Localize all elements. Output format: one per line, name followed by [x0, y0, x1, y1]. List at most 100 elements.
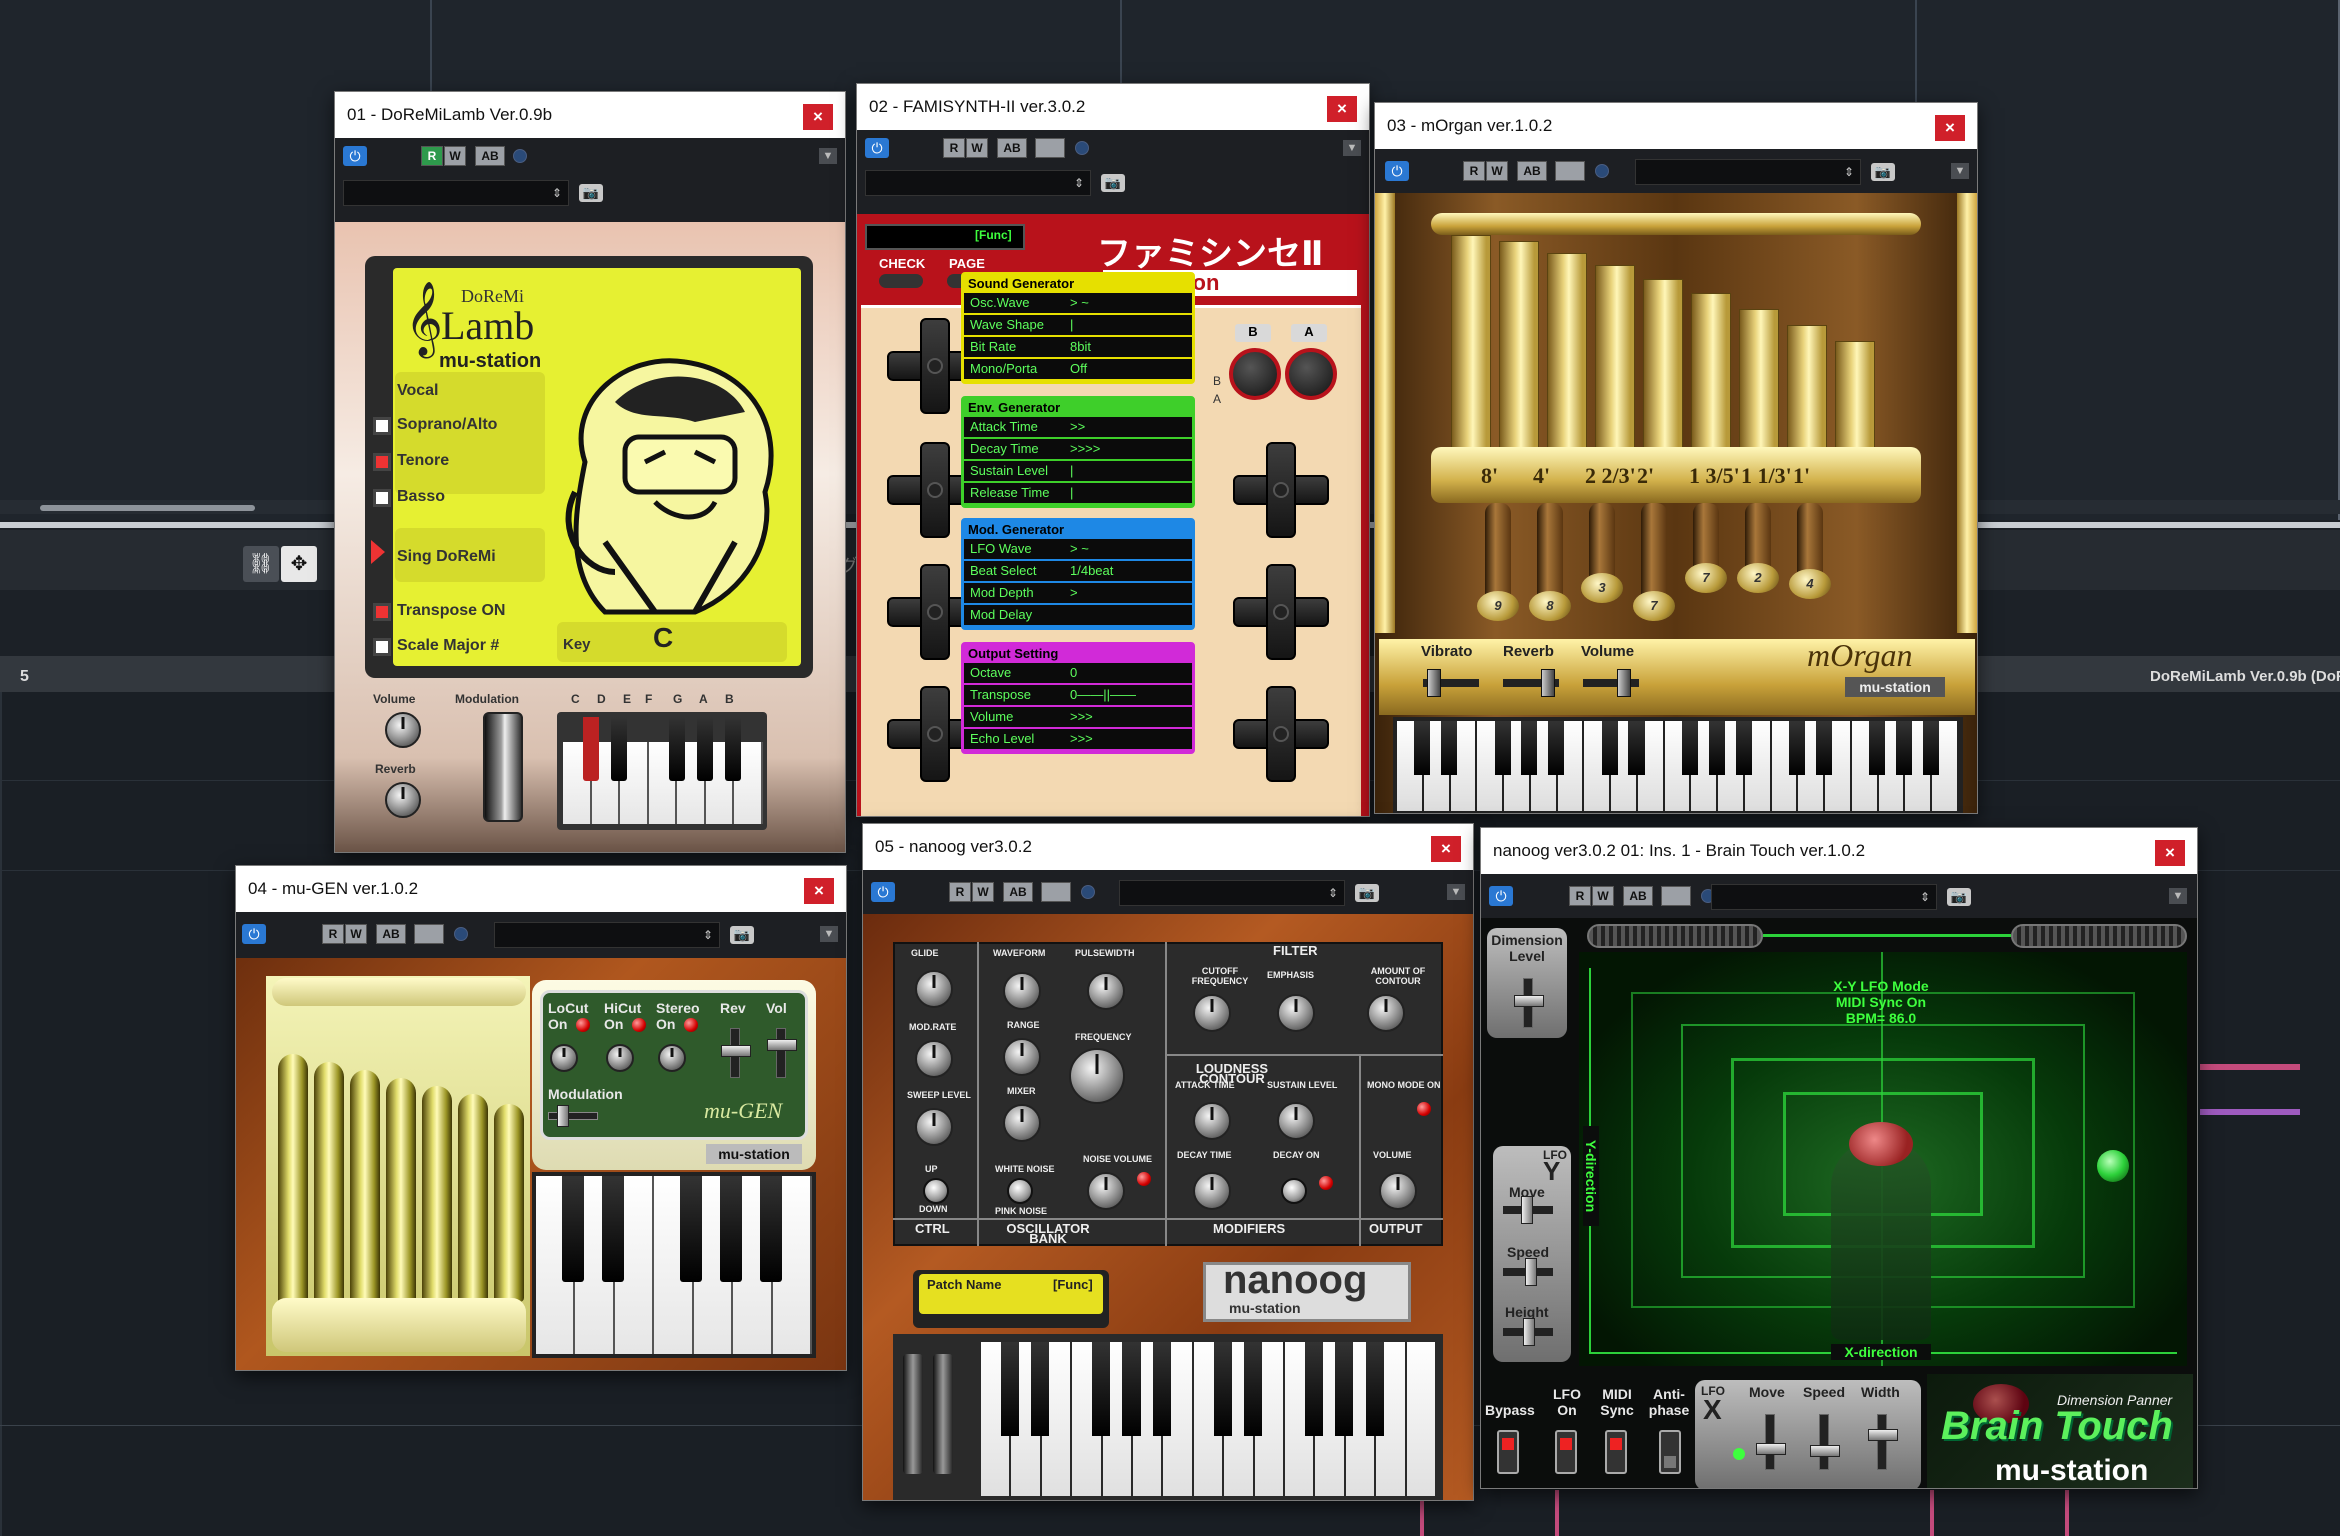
ab-button[interactable]: AB	[376, 924, 406, 944]
volume-knob[interactable]	[385, 712, 421, 748]
speed-slider-y[interactable]	[1503, 1258, 1553, 1286]
lever-knob[interactable]: 7	[1633, 591, 1675, 621]
close-button[interactable]: ×	[803, 104, 833, 130]
pulsewidth-knob[interactable]	[1087, 972, 1125, 1010]
menu-dropdown[interactable]: ▼	[1447, 884, 1465, 900]
speed-slider-x[interactable]	[1810, 1414, 1840, 1470]
parameter-row[interactable]: Transpose 0——||——	[964, 685, 1192, 707]
play-triangle-icon[interactable]	[371, 540, 385, 564]
close-button[interactable]: ×	[1327, 96, 1357, 122]
transpose-label[interactable]: Transpose ON	[397, 602, 505, 620]
black-key[interactable]	[1000, 1342, 1019, 1436]
voice-checkbox[interactable]	[373, 453, 391, 471]
black-key[interactable]	[725, 717, 741, 781]
parameter-row[interactable]: Echo Level >>>	[964, 729, 1192, 751]
window-title[interactable]: 02 - FAMISYNTH-II ver.3.0.2	[857, 84, 1369, 130]
drawbar-lever[interactable]: 7	[1685, 503, 1727, 593]
drawbar-lever[interactable]: 9	[1477, 503, 1519, 621]
drawbar-lever[interactable]: 7	[1633, 503, 1675, 621]
scale-label[interactable]: Scale Major #	[397, 637, 499, 655]
black-key[interactable]	[562, 1176, 584, 1282]
morgan-keyboard[interactable]	[1397, 721, 1959, 811]
black-key[interactable]	[1628, 721, 1645, 775]
lever-knob[interactable]: 4	[1789, 569, 1831, 599]
preset-selector[interactable]: ⇕	[865, 170, 1091, 196]
black-key[interactable]	[1091, 1342, 1111, 1436]
a-button[interactable]	[1285, 348, 1337, 400]
mod-wheel[interactable]	[933, 1354, 953, 1474]
sing-label[interactable]: Sing DoReMi	[397, 548, 496, 566]
noise-switch[interactable]	[1007, 1178, 1033, 1204]
cutoff-knob[interactable]	[1193, 994, 1231, 1032]
read-button[interactable]: R	[949, 882, 971, 902]
rev-slider[interactable]	[721, 1028, 751, 1078]
black-key[interactable]	[1152, 1342, 1171, 1436]
voice-checkbox[interactable]	[373, 489, 391, 507]
read-button[interactable]: R	[421, 146, 443, 166]
midi-note[interactable]	[2200, 1109, 2300, 1115]
snap-icon[interactable]: ✥	[281, 546, 317, 582]
black-key[interactable]	[697, 717, 713, 781]
write-button[interactable]: W	[972, 882, 994, 902]
camera-icon[interactable]: 📷	[1101, 174, 1125, 192]
black-key[interactable]	[1304, 1342, 1323, 1436]
ab-button[interactable]: AB	[997, 138, 1027, 158]
noise-volume-knob[interactable]	[1087, 1172, 1125, 1210]
plugin-window-famisynth[interactable]: 02 - FAMISYNTH-II ver.3.0.2 × ⏻ R W AB ▼…	[856, 83, 1370, 817]
black-key[interactable]	[720, 1176, 742, 1282]
black-key[interactable]	[1213, 1342, 1232, 1436]
black-key[interactable]	[1441, 721, 1458, 775]
lever-knob[interactable]: 7	[1685, 563, 1727, 593]
parameter-row[interactable]: Attack Time >>	[964, 417, 1192, 439]
decay-knob[interactable]	[1193, 1172, 1231, 1210]
menu-dropdown[interactable]: ▼	[1343, 140, 1361, 156]
parameter-row[interactable]: Osc.Wave > ~	[964, 293, 1192, 315]
menu-dropdown[interactable]: ▼	[820, 926, 838, 942]
read-button[interactable]: R	[943, 138, 965, 158]
preset-selector[interactable]: ⇕	[1119, 880, 1345, 906]
midi-note[interactable]	[1930, 1490, 1934, 1536]
xy-position-marker[interactable]	[2097, 1150, 2129, 1182]
lever-knob[interactable]: 9	[1477, 591, 1519, 621]
lever-knob[interactable]: 2	[1737, 563, 1779, 593]
black-key[interactable]	[1896, 721, 1913, 775]
lfo-on-switch[interactable]	[1555, 1430, 1577, 1474]
frequency-knob[interactable]	[1069, 1048, 1125, 1104]
parameter-row[interactable]: Bit Rate 8bit	[964, 337, 1192, 359]
voice-option[interactable]: Basso	[397, 488, 445, 506]
dpad-right-3[interactable]	[1233, 564, 1329, 660]
link-icon[interactable]: ⛓	[243, 546, 279, 582]
black-key[interactable]	[1601, 721, 1618, 775]
dpad-right-2[interactable]	[1233, 442, 1329, 538]
parameter-row[interactable]: LFO Wave > ~	[964, 539, 1192, 561]
close-button[interactable]: ×	[1935, 115, 1965, 141]
parameter-row[interactable]: Decay Time >>>>	[964, 439, 1192, 461]
camera-icon[interactable]: 📷	[1947, 888, 1971, 906]
read-button[interactable]: R	[322, 924, 344, 944]
midi-note[interactable]	[2065, 1490, 2069, 1536]
parameter-row[interactable]: Mono/Porta Off	[964, 359, 1192, 381]
parameter-row[interactable]: Octave 0	[964, 663, 1192, 685]
black-key[interactable]	[1815, 721, 1832, 775]
camera-icon[interactable]: 📷	[730, 926, 754, 944]
drawbar-lever[interactable]: 4	[1789, 503, 1831, 599]
vibrato-slider[interactable]	[1423, 669, 1479, 697]
power-button[interactable]: ⏻	[1489, 886, 1513, 906]
plugin-window-morgan[interactable]: 03 - mOrgan ver.1.0.2 × ⏻ R W AB ⇕ 📷 ▼ 8…	[1374, 102, 1978, 814]
vol-slider[interactable]	[767, 1028, 797, 1078]
midi-note[interactable]	[1555, 1490, 1559, 1536]
parameter-row[interactable]: Beat Select 1/4beat	[964, 561, 1192, 583]
height-slider[interactable]	[1503, 1318, 1553, 1346]
write-button[interactable]: W	[345, 924, 367, 944]
sweep-knob[interactable]	[915, 1108, 953, 1146]
black-key[interactable]	[669, 717, 685, 781]
black-key[interactable]	[1789, 721, 1806, 775]
modulation-slider[interactable]	[548, 1105, 598, 1127]
anti-phase-switch[interactable]	[1659, 1430, 1681, 1474]
black-key[interactable]	[1031, 1342, 1050, 1436]
parameter-row[interactable]: Volume >>>	[964, 707, 1192, 729]
parameter-row[interactable]: Mod Delay	[964, 605, 1192, 627]
ab-button[interactable]: AB	[475, 146, 505, 166]
depth-meter-right[interactable]	[2011, 924, 2187, 948]
close-button[interactable]: ×	[1431, 836, 1461, 862]
